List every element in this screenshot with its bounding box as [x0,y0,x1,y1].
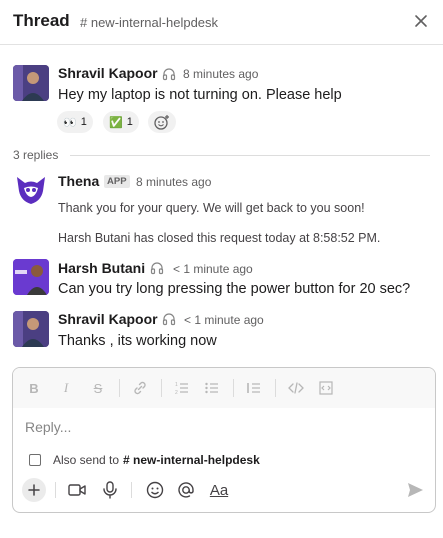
message-author[interactable]: Shravil Kapoor [58,65,158,81]
toolbar-divider [161,379,162,397]
italic-button[interactable]: I [59,379,73,397]
emoji-icon[interactable] [145,480,165,500]
code-icon[interactable] [287,379,305,397]
headphones-icon [162,313,176,326]
link-icon[interactable] [131,379,149,397]
reaction-eyes[interactable]: 👀 1 [57,111,93,133]
video-camera-icon[interactable] [67,480,87,500]
message-text: Hey my laptop is not turning on. Please … [58,87,342,103]
thread-title: Thread [13,11,70,30]
reaction-check[interactable]: ✅ 1 [103,111,139,133]
also-send-label: Also send to [53,453,120,467]
message-text: Thank you for your query. We will get ba… [58,201,365,215]
close-icon[interactable] [412,12,430,30]
message-text: Can you try long pressing the power butt… [58,281,411,297]
bulleted-list-icon[interactable] [203,379,221,397]
ordered-list-icon[interactable]: 1 2 [173,379,191,397]
svg-text:1: 1 [175,382,178,388]
formatting-toggle-button[interactable]: Aa [208,480,230,500]
composer-divider [131,482,132,498]
message-text: Thanks , its working now [58,333,217,349]
formatting-toolbar: B I S 1 2 [13,368,435,408]
thread-channel-name[interactable]: # new-internal-helpdesk [80,15,218,30]
reaction-count: 1 [80,116,87,128]
avatar[interactable] [13,65,49,101]
composer-divider [55,482,56,498]
avatar[interactable] [13,259,49,295]
also-send-channel: # new-internal-helpdesk [123,453,260,467]
blockquote-icon[interactable] [245,379,263,397]
add-reaction-button[interactable] [148,111,176,133]
message-timestamp[interactable]: 8 minutes ago [136,175,211,189]
code-block-icon[interactable] [317,379,335,397]
reply-composer: B I S 1 2 Also se [12,367,436,513]
message-timestamp[interactable]: < 1 minute ago [173,262,253,276]
message-author[interactable]: Shravil Kapoor [58,311,158,327]
headphones-icon [150,262,164,275]
thena-logo-avatar[interactable] [13,171,49,207]
also-send-checkbox[interactable] [29,454,41,466]
check-emoji: ✅ [109,116,123,129]
microphone-icon[interactable] [100,480,120,500]
send-icon[interactable] [405,480,425,500]
avatar[interactable] [13,311,49,347]
toolbar-divider [119,379,120,397]
replies-divider [70,155,430,156]
add-emoji-icon [154,115,169,130]
strikethrough-button[interactable]: S [91,379,105,397]
replies-count: 3 replies [13,148,59,162]
toolbar-divider [275,379,276,397]
bold-button[interactable]: B [27,379,41,397]
also-send-to-channel: Also send to # new-internal-helpdesk [29,453,260,467]
message-timestamp[interactable]: < 1 minute ago [184,313,264,327]
eyes-emoji: 👀 [63,116,77,129]
app-badge: APP [104,175,130,188]
status-note: Harsh Butani has closed this request tod… [58,231,381,245]
reply-input[interactable] [25,416,420,438]
message-timestamp[interactable]: 8 minutes ago [183,67,258,81]
toolbar-divider [233,379,234,397]
plus-icon [28,484,40,496]
headphones-icon [162,68,176,81]
svg-text:2: 2 [175,390,178,396]
reaction-count: 1 [126,116,133,128]
message-author[interactable]: Thena [58,173,99,189]
attach-button[interactable] [22,478,46,502]
message-author[interactable]: Harsh Butani [58,260,145,276]
thread-header: Thread # new-internal-helpdesk [0,0,443,45]
mention-icon[interactable] [176,480,196,500]
